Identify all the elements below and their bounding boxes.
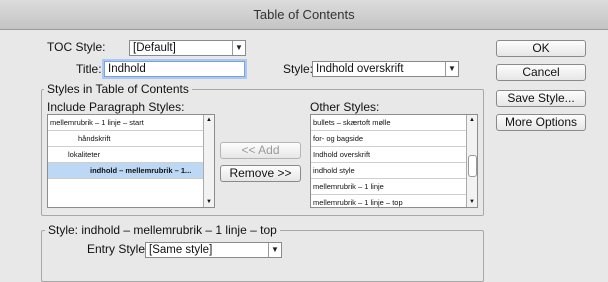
scroll-up-icon[interactable]: ▲ [204, 115, 214, 125]
more-options-button[interactable]: More Options [496, 114, 586, 131]
title-style-value: Indhold overskrift [316, 63, 404, 75]
style-group-title: Style: indhold – mellemrubrik – 1 linje … [45, 223, 280, 237]
other-list-scrollbar[interactable]: ▲ ▼ [466, 115, 477, 207]
entry-style-select[interactable]: [Same style] ▼ [145, 242, 282, 258]
list-item-selected[interactable]: indhold – mellemrubrik – 1... [48, 163, 214, 179]
list-item[interactable]: bullets – skærtoft mølle [311, 115, 477, 131]
add-button[interactable]: << Add [220, 142, 301, 159]
include-styles-label: Include Paragraph Styles: [47, 100, 185, 114]
title-value: Indhold [108, 63, 146, 75]
other-styles-list[interactable]: bullets – skærtoft mølle for- og bagside… [310, 114, 478, 208]
toc-style-label: TOC Style: [47, 40, 106, 54]
save-style-button[interactable]: Save Style... [496, 90, 586, 107]
title-style-label: Style: [283, 62, 314, 76]
list-item[interactable]: lokaliteter [48, 147, 214, 163]
scroll-down-icon[interactable]: ▼ [204, 197, 214, 207]
scroll-thumb[interactable] [468, 155, 477, 177]
list-item[interactable]: indhold style [311, 163, 477, 179]
include-styles-list[interactable]: mellemrubrik – 1 linje – start håndskrif… [47, 114, 215, 208]
list-item[interactable]: mellemrubrik – 1 linje – top [311, 195, 477, 207]
include-list-scrollbar[interactable]: ▲ ▼ [203, 115, 214, 207]
dropdown-arrow-icon: ▼ [268, 243, 281, 257]
toc-style-value: [Default] [133, 42, 176, 54]
toc-style-select[interactable]: [Default] ▼ [129, 40, 246, 56]
scroll-up-icon[interactable]: ▲ [467, 115, 477, 125]
other-styles-label: Other Styles: [310, 100, 380, 114]
list-item[interactable]: Indhold overskrift [311, 147, 477, 163]
window-title: Table of Contents [0, 0, 608, 30]
title-style-select[interactable]: Indhold overskrift ▼ [312, 61, 459, 77]
title-label: Title: [76, 62, 102, 76]
scroll-down-icon[interactable]: ▼ [467, 197, 477, 207]
dropdown-arrow-icon: ▼ [445, 62, 458, 76]
cancel-button[interactable]: Cancel [496, 64, 586, 81]
list-item[interactable]: for- og bagside [311, 131, 477, 147]
ok-button[interactable]: OK [496, 40, 586, 57]
title-input[interactable]: Indhold [104, 61, 245, 77]
entry-style-label: Entry Style: [87, 242, 149, 256]
entry-style-value: [Same style] [149, 244, 213, 256]
dropdown-arrow-icon: ▼ [232, 41, 245, 55]
list-item[interactable]: håndskrift [48, 131, 214, 147]
remove-button[interactable]: Remove >> [220, 165, 301, 182]
styles-group-title: Styles in Table of Contents [44, 82, 192, 96]
list-item[interactable]: mellemrubrik – 1 linje – start [48, 115, 214, 131]
list-item[interactable]: mellemrubrik – 1 linje [311, 179, 477, 195]
